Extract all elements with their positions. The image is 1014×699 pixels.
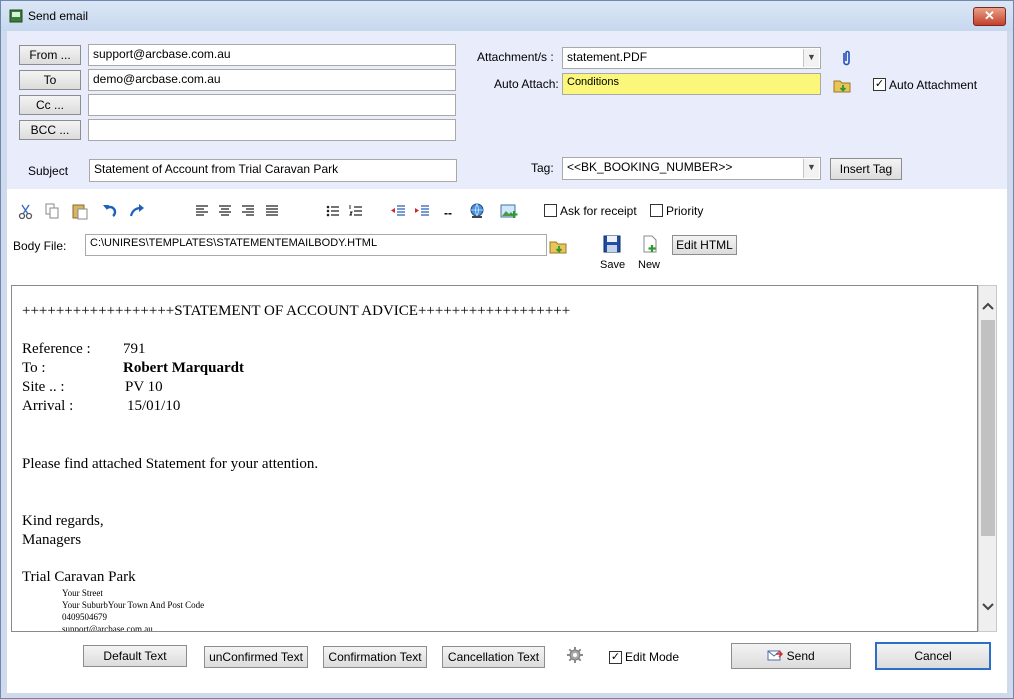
vertical-scrollbar[interactable] <box>978 285 997 632</box>
email-body-editor[interactable]: ++++++++++++++++++STATEMENT OF ACCOUNT A… <box>11 285 978 632</box>
auto-attach-label: Auto Attach: <box>494 77 559 91</box>
redo-icon[interactable] <box>128 202 146 220</box>
reference-value: 791 <box>123 341 146 357</box>
edit-html-button[interactable]: Edit HTML <box>672 235 737 255</box>
site-value: PV 10 <box>125 379 163 395</box>
arrival-label: Arrival : <box>22 398 74 414</box>
cc-field[interactable] <box>88 94 456 116</box>
chevron-down-icon[interactable]: ▼ <box>803 159 819 178</box>
ask-for-receipt-checkbox[interactable] <box>544 204 557 217</box>
priority-checkbox[interactable] <box>650 204 663 217</box>
confirmation-text-button[interactable]: Confirmation Text <box>323 646 427 668</box>
folder-open-icon[interactable] <box>549 237 567 255</box>
cc-button[interactable]: Cc ... <box>19 95 81 115</box>
ask-for-receipt-label: Ask for receipt <box>560 204 637 218</box>
align-center-icon[interactable] <box>216 202 234 220</box>
paste-icon[interactable] <box>71 202 89 220</box>
site-label: Site .. : <box>22 379 65 395</box>
bullet-list-icon[interactable] <box>324 202 342 220</box>
cancellation-text-button[interactable]: Cancellation Text <box>442 646 545 668</box>
attachments-value: statement.PDF <box>567 50 648 64</box>
priority-label: Priority <box>666 204 704 218</box>
app-icon <box>9 9 23 23</box>
chevron-up-icon[interactable] <box>981 300 995 312</box>
cancel-button[interactable]: Cancel <box>875 642 991 670</box>
indent-icon[interactable] <box>413 202 431 220</box>
unconfirmed-text-button[interactable]: unConfirmed Text <box>204 646 308 668</box>
to-label: To : <box>22 360 46 376</box>
reference-label: Reference : <box>22 341 91 357</box>
arrival-value: 15/01/10 <box>127 398 181 414</box>
from-button[interactable]: From ... <box>19 45 81 65</box>
save-icon[interactable] <box>603 235 621 253</box>
address-line: 0409504679 <box>62 612 107 622</box>
send-email-window: Send email ✕ From ... support@arcbase.co… <box>0 0 1014 699</box>
hyperlink-icon[interactable] <box>468 202 486 220</box>
body-file-label: Body File: <box>13 239 67 253</box>
auto-attachment-checkbox[interactable]: ✓ <box>873 78 886 91</box>
chevron-down-icon[interactable] <box>981 601 995 613</box>
from-field[interactable]: support@arcbase.com.au <box>88 44 456 66</box>
new-label[interactable]: New <box>638 259 660 271</box>
edit-mode-label: Edit Mode <box>625 650 680 664</box>
undo-icon[interactable] <box>100 202 118 220</box>
folder-arrow-icon[interactable] <box>833 76 851 94</box>
bcc-field[interactable] <box>88 119 456 141</box>
send-button[interactable]: Send <box>731 643 851 669</box>
align-right-icon[interactable] <box>239 202 257 220</box>
recipient-name: Robert Marquardt <box>123 360 244 376</box>
edit-mode-checkbox[interactable]: ✓ <box>609 651 622 664</box>
to-button[interactable]: To <box>19 70 81 90</box>
numbered-list-icon[interactable] <box>347 202 365 220</box>
chevron-down-icon[interactable]: ▼ <box>803 49 819 67</box>
message-text: Please find attached Statement for your … <box>22 456 319 472</box>
document-heading: ++++++++++++++++++STATEMENT OF ACCOUNT A… <box>22 303 571 319</box>
insert-tag-button[interactable]: Insert Tag <box>830 158 902 180</box>
to-field[interactable]: demo@arcbase.com.au <box>88 69 456 91</box>
address-line: support@arcbase.com.au <box>62 624 153 632</box>
tag-label: Tag: <box>531 161 554 175</box>
close-button[interactable]: ✕ <box>973 7 1006 26</box>
scrollbar-thumb[interactable] <box>981 320 995 536</box>
new-document-icon[interactable] <box>641 235 659 253</box>
send-mail-icon <box>767 650 784 661</box>
horizontal-rule-button[interactable]: -- <box>444 206 452 220</box>
title-bar: Send email ✕ <box>1 1 1013 31</box>
tag-combo[interactable]: <<BK_BOOKING_NUMBER>> ▼ <box>562 157 821 180</box>
tag-value: <<BK_BOOKING_NUMBER>> <box>567 160 733 174</box>
send-label: Send <box>786 649 815 663</box>
save-label[interactable]: Save <box>600 259 625 271</box>
window-title: Send email <box>28 9 89 23</box>
copy-icon[interactable] <box>43 202 61 220</box>
align-left-icon[interactable] <box>193 202 211 220</box>
default-text-button[interactable]: Default Text <box>83 645 187 667</box>
subject-field[interactable]: Statement of Account from Trial Caravan … <box>89 159 457 182</box>
gear-icon[interactable] <box>566 646 584 664</box>
paperclip-icon[interactable] <box>837 49 855 67</box>
bcc-button[interactable]: BCC ... <box>19 120 81 140</box>
insert-image-icon[interactable] <box>500 202 518 220</box>
address-line: Your SuburbYour Town And Post Code <box>62 600 205 610</box>
park-name: Trial Caravan Park <box>22 569 136 585</box>
signoff-text: Managers <box>22 532 82 548</box>
auto-attachment-label: Auto Attachment <box>889 78 978 92</box>
justify-icon[interactable] <box>263 202 281 220</box>
outdent-icon[interactable] <box>389 202 407 220</box>
address-line: Your Street <box>62 588 103 598</box>
auto-attach-field[interactable]: Conditions <box>562 73 821 95</box>
attachments-combo[interactable]: statement.PDF ▼ <box>562 47 821 69</box>
attachments-label: Attachment/s : <box>477 50 554 64</box>
cut-icon[interactable] <box>17 202 35 220</box>
regards-text: Kind regards, <box>22 513 104 529</box>
subject-label: Subject <box>28 164 69 178</box>
body-file-field[interactable]: C:\UNIRES\TEMPLATES\STATEMENTEMAILBODY.H… <box>85 234 547 256</box>
